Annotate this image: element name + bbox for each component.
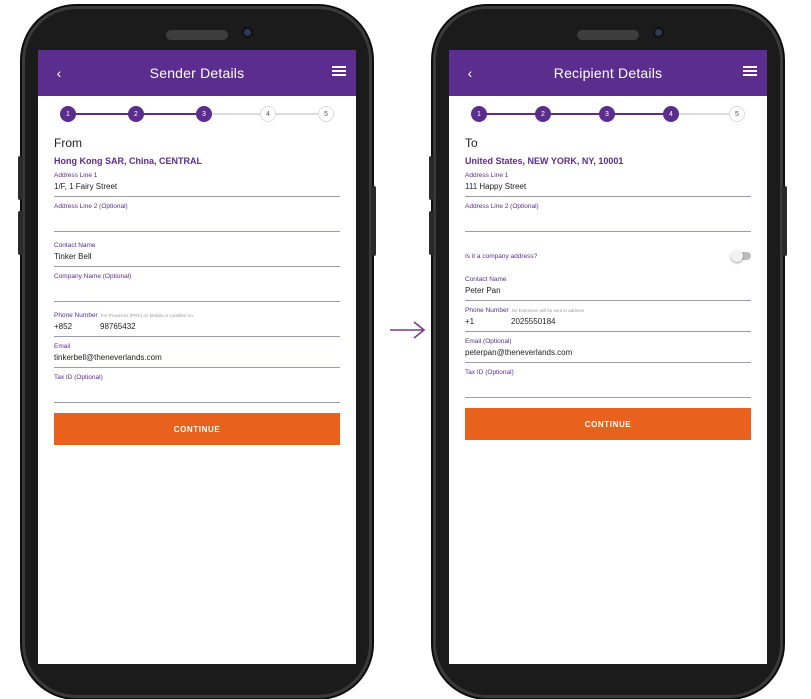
recipient-screen: ‹ Recipient Details 1 2 3 4 5 To United …	[449, 50, 767, 664]
company-address-question: Is it a company address?	[465, 252, 538, 260]
field-value: 111 Happy Street	[465, 182, 527, 191]
screen-title: Sender Details	[149, 65, 245, 81]
form: To United States, NEW YORK, NY, 10001 Ad…	[449, 136, 767, 440]
field-value: tinkerbell@theneverlands.com	[54, 353, 162, 362]
hamburger-menu-icon[interactable]	[332, 64, 346, 78]
field-label: Tax ID (Optional)	[54, 374, 103, 381]
country-code[interactable]: +1	[465, 317, 511, 326]
email-field[interactable]: Email tinkerbell@theneverlands.com	[54, 343, 340, 368]
phone-value: 2025550184	[511, 317, 556, 326]
field-value: Tinker Bell	[54, 252, 92, 261]
company-name-field[interactable]: Company Name (Optional)	[54, 273, 340, 302]
phone-hint: For Provinces (PRC) no Mobile or Landlin…	[100, 313, 195, 318]
company-address-toggle[interactable]	[731, 250, 751, 262]
step-3: 3	[196, 106, 212, 122]
screen-title: Recipient Details	[553, 65, 663, 81]
contact-name-field[interactable]: Contact Name Peter Pan	[465, 276, 751, 301]
phone-number-field[interactable]: Phone Number No Extension will be sent to…	[465, 307, 751, 332]
field-value: peterpan@theneverlands.com	[465, 348, 573, 357]
location-text: Hong Kong SAR, China, CENTRAL	[54, 156, 202, 166]
chevron-left-icon: ‹	[56, 65, 62, 81]
step-2: 2	[535, 106, 551, 122]
field-label: Phone Number No Extension will be sent to…	[465, 307, 751, 314]
field-value: Peter Pan	[465, 286, 501, 295]
phone-number-field[interactable]: Phone Number For Provinces (PRC) no Mobil…	[54, 312, 340, 337]
front-camera	[655, 29, 662, 36]
volume-button	[429, 211, 434, 255]
power-button	[371, 186, 376, 256]
phone-hint: No Extension will be sent to address	[511, 308, 585, 313]
sender-screen: ‹ Sender Details 1 2 3 4 5 From Hong Kon…	[38, 50, 356, 664]
field-label: Email (Optional)	[465, 338, 512, 345]
step-4: 4	[260, 106, 276, 122]
phone-label-text: Phone Number	[465, 307, 509, 314]
field-label: Tax ID (Optional)	[465, 369, 514, 376]
country-code[interactable]: +852	[54, 322, 100, 331]
step-4: 4	[663, 106, 679, 122]
address-line-2-field[interactable]: Address Line 2 (Optional)	[54, 203, 340, 232]
address-line-2-field[interactable]: Address Line 2 (Optional)	[465, 203, 751, 232]
form: From Hong Kong SAR, China, CENTRAL Addre…	[38, 136, 356, 445]
hamburger-menu-icon[interactable]	[743, 64, 757, 78]
field-label: Contact Name	[54, 242, 96, 249]
step-1: 1	[471, 106, 487, 122]
phone-sender: ‹ Sender Details 1 2 3 4 5 From Hong Kon…	[18, 6, 376, 698]
address-line-1-field[interactable]: Address Line 1 111 Happy Street	[465, 172, 751, 197]
continue-button[interactable]: CONTINUE	[54, 413, 340, 445]
app-bar: ‹ Recipient Details	[449, 50, 767, 96]
section-heading: To	[465, 136, 478, 150]
field-label: Phone Number For Provinces (PRC) no Mobil…	[54, 312, 340, 319]
field-label: Address Line 2 (Optional)	[465, 203, 539, 210]
field-value: 1/F, 1 Fairy Street	[54, 182, 118, 191]
section-heading: From	[54, 136, 82, 150]
toggle-knob	[731, 250, 743, 262]
progress-stepper: 1 2 3 4 5	[60, 100, 334, 134]
email-field[interactable]: Email (Optional) peterpan@theneverlands.…	[465, 338, 751, 363]
phone-recipient: ‹ Recipient Details 1 2 3 4 5 To United …	[429, 6, 787, 698]
tax-id-field[interactable]: Tax ID (Optional)	[465, 369, 751, 398]
address-line-1-field[interactable]: Address Line 1 1/F, 1 Fairy Street	[54, 172, 340, 197]
step-5: 5	[729, 106, 745, 122]
contact-name-field[interactable]: Contact Name Tinker Bell	[54, 242, 340, 267]
speaker-grille	[577, 30, 639, 40]
phone-value: 98765432	[100, 322, 136, 331]
phone-label-text: Phone Number	[54, 312, 98, 319]
front-camera	[244, 29, 251, 36]
step-1: 1	[60, 106, 76, 122]
progress-stepper: 1 2 3 4 5	[471, 100, 745, 134]
step-3: 3	[599, 106, 615, 122]
location-text: United States, NEW YORK, NY, 10001	[465, 156, 624, 166]
step-2: 2	[128, 106, 144, 122]
app-bar: ‹ Sender Details	[38, 50, 356, 96]
company-address-row: Is it a company address?	[465, 244, 751, 268]
chevron-left-icon: ‹	[467, 65, 473, 81]
field-label: Address Line 1	[465, 172, 509, 179]
back-button[interactable]: ‹	[48, 60, 70, 86]
field-label: Contact Name	[465, 276, 507, 283]
volume-button	[18, 156, 23, 200]
back-button[interactable]: ‹	[459, 60, 481, 86]
field-label: Address Line 2 (Optional)	[54, 203, 128, 210]
stepper-line-done	[479, 113, 675, 115]
volume-button	[18, 211, 23, 255]
arrow-right-icon	[390, 321, 426, 339]
field-label: Address Line 1	[54, 172, 98, 179]
step-5: 5	[318, 106, 334, 122]
field-label: Email	[54, 343, 71, 350]
tax-id-field[interactable]: Tax ID (Optional)	[54, 374, 340, 403]
continue-button[interactable]: CONTINUE	[465, 408, 751, 440]
power-button	[782, 186, 787, 256]
speaker-grille	[166, 30, 228, 40]
volume-button	[429, 156, 434, 200]
field-label: Company Name (Optional)	[54, 273, 132, 280]
